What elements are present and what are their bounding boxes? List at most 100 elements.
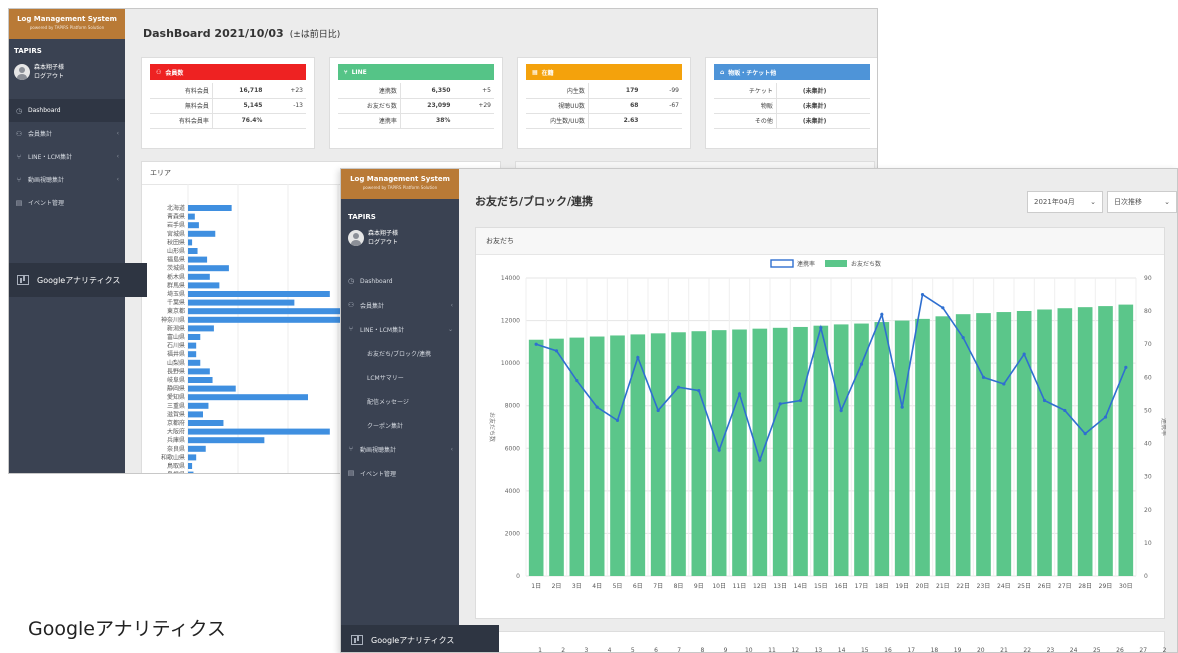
sidebar-item[interactable]: クーポン集計	[341, 413, 459, 437]
data-bar	[1118, 304, 1134, 576]
legend-swatch[interactable]	[770, 259, 794, 268]
sidebar-item[interactable]: ⚇ 会員集計 ‹	[9, 122, 125, 145]
legend-swatch[interactable]	[825, 260, 847, 267]
page-link[interactable]: 13	[815, 647, 823, 653]
data-bar	[188, 334, 201, 340]
data-bar	[1057, 308, 1073, 576]
page-link[interactable]: 7	[677, 647, 681, 653]
y-tick-label: 4000	[505, 488, 520, 495]
dashboard-title: DashBoard 2021/10/03	[143, 27, 284, 40]
data-bar	[188, 342, 197, 349]
sidebar-item[interactable]: ◷ Dashboard	[341, 269, 459, 293]
row-diff: -13	[265, 98, 306, 114]
page-link[interactable]: 8	[700, 647, 704, 653]
sidebar-item[interactable]: ⑂ 動画視聴集計 ‹	[341, 437, 459, 461]
x-tick-label: 15日	[814, 583, 828, 590]
legend-label[interactable]: お友だち数	[851, 260, 881, 268]
row-diff: -67	[641, 98, 682, 114]
data-point	[778, 402, 782, 406]
card-table: チケット (未集計) 物販 (未集計) その他 (未集計)	[714, 83, 870, 129]
app-logo[interactable]: Log Management System powered by TAPIRS …	[341, 169, 459, 199]
data-point	[676, 385, 681, 389]
page-link[interactable]: 23	[1047, 647, 1055, 653]
sidebar-item[interactable]: ⑂ LINE・LCM集計 ⌄	[341, 317, 459, 341]
dashboard-icon: ◷	[15, 106, 23, 115]
sidebar-item[interactable]: ◷ Dashboard	[9, 99, 125, 122]
sidebar-item[interactable]: ⑂ LINE・LCM集計 ‹	[9, 145, 125, 168]
sidebar-item-label: イベント管理	[28, 200, 65, 207]
data-bar	[650, 333, 666, 576]
page-link[interactable]: 20	[977, 647, 985, 653]
sidebar-item[interactable]: 配信メッセージ	[341, 389, 459, 413]
data-bar	[188, 377, 213, 383]
sidebar-item-google-analytics[interactable]: Googleアナリティクス	[9, 263, 147, 297]
line-icon: ⑂	[344, 68, 348, 76]
page-link[interactable]: 27	[1139, 647, 1147, 653]
page-link[interactable]: 18	[931, 647, 939, 653]
users-icon: ⚇	[347, 301, 355, 309]
page-link[interactable]: 19	[954, 647, 962, 653]
legend-label[interactable]: 連携率	[797, 260, 815, 268]
x-tick-label: 11日	[733, 583, 747, 590]
data-bar	[188, 463, 193, 469]
stat-card: ⚇ 会員数 有料会員 16,718 +23 無料会員 5,145 -13 有料会員率 76.4%	[141, 57, 315, 149]
sidebar-item[interactable]: ▤ イベント管理	[9, 191, 125, 214]
page-link[interactable]: 15	[861, 647, 869, 653]
sidebar-item[interactable]: LCMサマリー	[341, 365, 459, 389]
page-link[interactable]: 12	[791, 647, 799, 653]
sidebar-item-label: Dashboard	[28, 107, 61, 114]
tick-label: 石川県	[167, 343, 185, 350]
page-link[interactable]: 3	[584, 647, 588, 653]
chevron-left-icon: ‹	[116, 176, 119, 183]
sidebar-item-label: お友だち/ブロック/連携	[367, 350, 432, 358]
data-bar	[833, 324, 849, 576]
branch-icon: ⑂	[348, 445, 354, 453]
row-label: 内生数	[526, 83, 589, 99]
x-tick-label: 7日	[653, 583, 663, 590]
user-name: 森本翔子様	[34, 64, 65, 71]
row-value: (未集計)	[776, 98, 830, 114]
page-link[interactable]: 11	[768, 647, 776, 653]
sidebar-item-label: LCMサマリー	[367, 374, 404, 382]
page-link[interactable]: 14	[838, 647, 846, 653]
page-link[interactable]: 28	[1163, 647, 1171, 653]
y-right-tick-label: 90	[1144, 275, 1152, 282]
row-value: 179	[588, 83, 642, 99]
page-link[interactable]: 24	[1070, 647, 1078, 653]
data-point	[697, 388, 701, 393]
page-link[interactable]: 17	[907, 647, 915, 653]
page-link[interactable]: 22	[1023, 647, 1031, 653]
sidebar-item-label: Googleアナリティクス	[37, 275, 121, 285]
row-value: 23,099	[400, 98, 454, 114]
logout-link[interactable]: ログアウト	[368, 238, 398, 247]
page-link[interactable]: 4	[608, 647, 612, 653]
sidebar-item[interactable]: お友だち/ブロック/連携	[341, 341, 459, 365]
sidebar-item[interactable]: ⑂ 動画視聴集計 ‹	[9, 168, 125, 191]
data-point	[575, 379, 579, 383]
mode-select[interactable]: 日次推移 ⌄	[1107, 191, 1177, 213]
sidebar-item[interactable]: ⚇ 会員集計 ‹	[341, 293, 459, 317]
data-bar	[589, 336, 605, 576]
data-bar	[955, 314, 971, 576]
page-link[interactable]: 25	[1093, 647, 1101, 653]
x-tick-label: 16日	[834, 583, 848, 590]
page-link[interactable]: 10	[745, 647, 753, 653]
sidebar-item-label: 会員集計	[28, 131, 53, 138]
page-link[interactable]: 5	[631, 647, 635, 653]
app-logo[interactable]: Log Management System powered by TAPIRS …	[9, 9, 125, 39]
org-name: TAPIRS	[14, 47, 42, 55]
data-bar	[188, 359, 201, 366]
logout-link[interactable]: ログアウト	[34, 72, 64, 81]
page-link[interactable]: 21	[1000, 647, 1008, 653]
data-bar	[752, 328, 768, 576]
page-link[interactable]: 1	[538, 647, 542, 653]
page-link[interactable]: 2	[561, 647, 565, 653]
page-link[interactable]: 26	[1116, 647, 1124, 653]
page-link[interactable]: 9	[724, 647, 728, 653]
page-link[interactable]: 6	[654, 647, 658, 653]
x-tick-label: 19日	[895, 583, 909, 590]
month-select[interactable]: 2021年04月 ⌄	[1027, 191, 1103, 213]
sidebar-item-google-analytics[interactable]: Googleアナリティクス	[341, 625, 499, 652]
sidebar-item[interactable]: ▤ イベント管理	[341, 461, 459, 485]
page-link[interactable]: 16	[884, 647, 892, 653]
